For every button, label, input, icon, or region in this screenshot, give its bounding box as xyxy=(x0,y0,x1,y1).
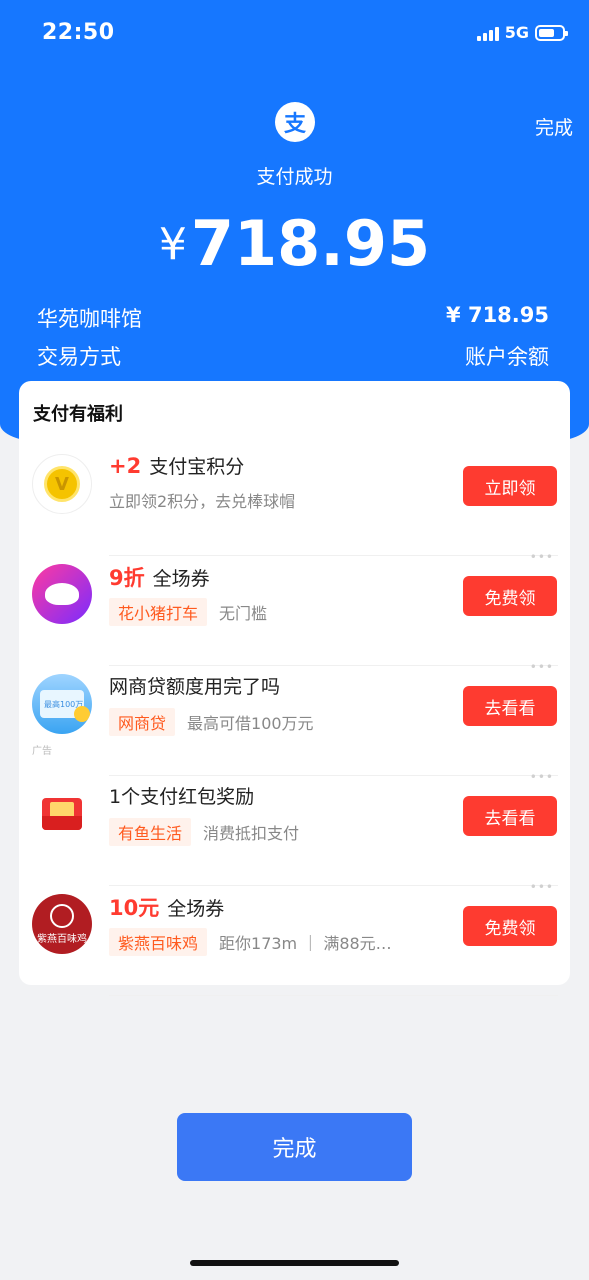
payment-method-label: 交易方式 xyxy=(37,345,121,369)
benefit-row-points[interactable]: V +2 支付宝积分 立即领2积分，去兑棒球帽 立即领 xyxy=(19,446,570,556)
ziyan-icon-text: 紫燕百味鸡 xyxy=(37,933,87,945)
balance-amount: ¥ 718.95 xyxy=(446,303,549,327)
benefit-headline: +2 支付宝积分 xyxy=(109,452,244,479)
done-button[interactable]: 完成 xyxy=(177,1113,412,1181)
free-claim-button[interactable]: 免费领 xyxy=(463,576,557,616)
benefit-headline: 1个支付红包奖励 xyxy=(109,782,254,809)
benefit-highlight: 10元 xyxy=(109,896,160,920)
ziyan-logo-icon: 紫燕百味鸡 xyxy=(32,894,92,954)
benefit-subline: 有鱼生活 消费抵扣支付 xyxy=(109,818,299,846)
battery-level xyxy=(539,28,555,37)
balance-label: 账户余额 xyxy=(465,345,549,369)
benefit-highlight: 9折 xyxy=(109,566,145,590)
view-button[interactable]: 去看看 xyxy=(463,686,557,726)
benefit-desc: 消费抵扣支付 xyxy=(203,824,300,843)
benefit-headline: 9折 全场券 xyxy=(109,562,210,592)
done-link-top[interactable]: 完成 xyxy=(535,113,573,140)
benefit-row-loan-ad[interactable]: ••• 最高100万 广告 网商贷额度用完了吗 网商贷 最高可借100万元 去看… xyxy=(19,660,570,776)
claim-now-button[interactable]: 立即领 xyxy=(463,466,557,506)
pig-logo-icon xyxy=(32,564,92,624)
benefit-title: 网商贷额度用完了吗 xyxy=(109,676,281,698)
view-button[interactable]: 去看看 xyxy=(463,796,557,836)
row-divider xyxy=(109,995,558,996)
battery-icon xyxy=(535,24,568,41)
more-options-icon[interactable]: ••• xyxy=(530,880,554,894)
merchant-tag: 网商贷 xyxy=(109,708,176,736)
status-bar-right: 5G xyxy=(476,23,568,42)
benefits-card: 支付有福利 V +2 支付宝积分 立即领2积分，去兑棒球帽 立即领 ••• 9折全… xyxy=(19,381,570,996)
payment-amount: ¥718.95 xyxy=(0,207,589,280)
free-claim-button[interactable]: 免费领 xyxy=(463,906,557,946)
benefit-row-red-envelope[interactable]: ••• 1个支付红包奖励 有鱼生活 消费抵扣支付 去看看 xyxy=(19,770,570,886)
benefit-title: 1个支付红包奖励 xyxy=(109,786,255,808)
benefit-desc: 距你173m ｜ 满88元… xyxy=(219,934,392,953)
network-type: 5G xyxy=(504,23,529,42)
benefit-subline: 网商贷 最高可借100万元 xyxy=(109,708,314,736)
ad-label: 广告 xyxy=(32,746,52,757)
home-indicator[interactable] xyxy=(190,1260,399,1266)
benefit-title: 全场券 xyxy=(152,568,210,590)
benefit-desc: 无门槛 xyxy=(219,604,268,623)
currency-symbol: ¥ xyxy=(158,219,187,270)
benefit-headline: 10元 全场券 xyxy=(109,892,224,922)
red-envelope-icon xyxy=(32,784,92,844)
benefits-title: 支付有福利 xyxy=(33,404,123,425)
benefit-row-ziyan-coupon[interactable]: ••• 紫燕百味鸡 10元 全场券 紫燕百味鸡 距你173m ｜ 满88元… 免费… xyxy=(19,880,570,996)
benefit-subline: 紫燕百味鸡 距你173m ｜ 满88元… xyxy=(109,928,392,956)
benefit-headline: 网商贷额度用完了吗 xyxy=(109,672,280,699)
more-options-icon[interactable]: ••• xyxy=(530,550,554,564)
merchant-tag: 花小猪打车 xyxy=(109,598,208,626)
benefit-desc: 最高可借100万元 xyxy=(187,714,314,733)
merchant-tag: 紫燕百味鸡 xyxy=(109,928,208,956)
benefit-row-pig-coupon[interactable]: ••• 9折 全场券 花小猪打车 无门槛 免费领 xyxy=(19,550,570,666)
points-coin-icon: V xyxy=(32,454,92,514)
benefit-highlight: +2 xyxy=(109,454,142,478)
more-options-icon[interactable]: ••• xyxy=(530,770,554,784)
benefit-title: 支付宝积分 xyxy=(149,456,245,478)
payment-status: 支付成功 xyxy=(256,166,333,188)
merchant-tag: 有鱼生活 xyxy=(109,818,192,846)
merchant-name: 华苑咖啡馆 xyxy=(37,307,142,331)
alipay-logo-icon: 支 xyxy=(275,102,315,142)
benefit-desc: 立即领2积分，去兑棒球帽 xyxy=(109,492,296,511)
loan-card-icon: 最高100万 xyxy=(32,674,92,734)
more-options-icon[interactable]: ••• xyxy=(530,660,554,674)
benefit-subline: 花小猪打车 无门槛 xyxy=(109,598,267,626)
status-time: 22:50 xyxy=(42,20,115,45)
amount-value: 718.95 xyxy=(190,207,431,280)
benefit-subline: 立即领2积分，去兑棒球帽 xyxy=(109,488,295,512)
signal-icon xyxy=(476,25,499,41)
benefit-title: 全场券 xyxy=(167,898,225,920)
